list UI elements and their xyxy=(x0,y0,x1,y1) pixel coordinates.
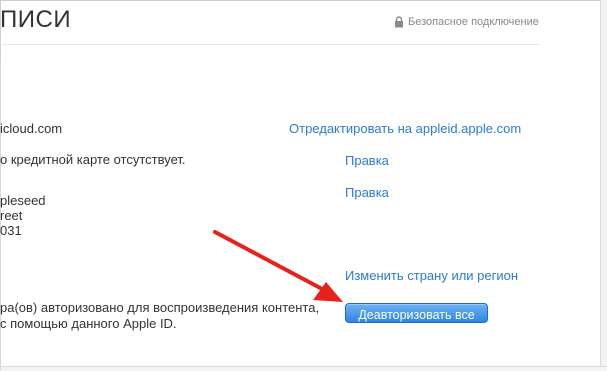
lock-icon xyxy=(395,16,403,28)
change-country-link[interactable]: Изменить страну или регион xyxy=(345,268,518,283)
edit-address-link[interactable]: Правка xyxy=(345,185,389,200)
secure-connection-indicator: Безопасное подключение xyxy=(394,16,539,28)
authorized-devices-text-2: с помощью данного Apple ID. xyxy=(0,316,177,331)
header-divider xyxy=(0,44,540,45)
edit-payment-link[interactable]: Правка xyxy=(345,153,389,168)
payment-info-text: о кредитной карте отсутствует. xyxy=(0,152,186,167)
secure-connection-label: Безопасное подключение xyxy=(408,16,539,28)
account-email: icloud.com xyxy=(0,121,63,136)
frame-edge-right xyxy=(600,0,607,371)
address-line-1: pleseed xyxy=(0,193,46,208)
deauthorize-all-button[interactable]: Деавторизовать все xyxy=(345,303,488,323)
edit-appleid-link[interactable]: Отредактировать на appleid.apple.com xyxy=(289,121,521,136)
address-line-3: 031 xyxy=(0,223,22,238)
frame-edge-bottom xyxy=(0,366,607,371)
authorized-devices-text-1: ра(ов) авторизовано для воспроизведения … xyxy=(0,300,320,315)
address-line-2: reet xyxy=(0,208,23,223)
page-title: ПИСИ xyxy=(0,6,72,33)
